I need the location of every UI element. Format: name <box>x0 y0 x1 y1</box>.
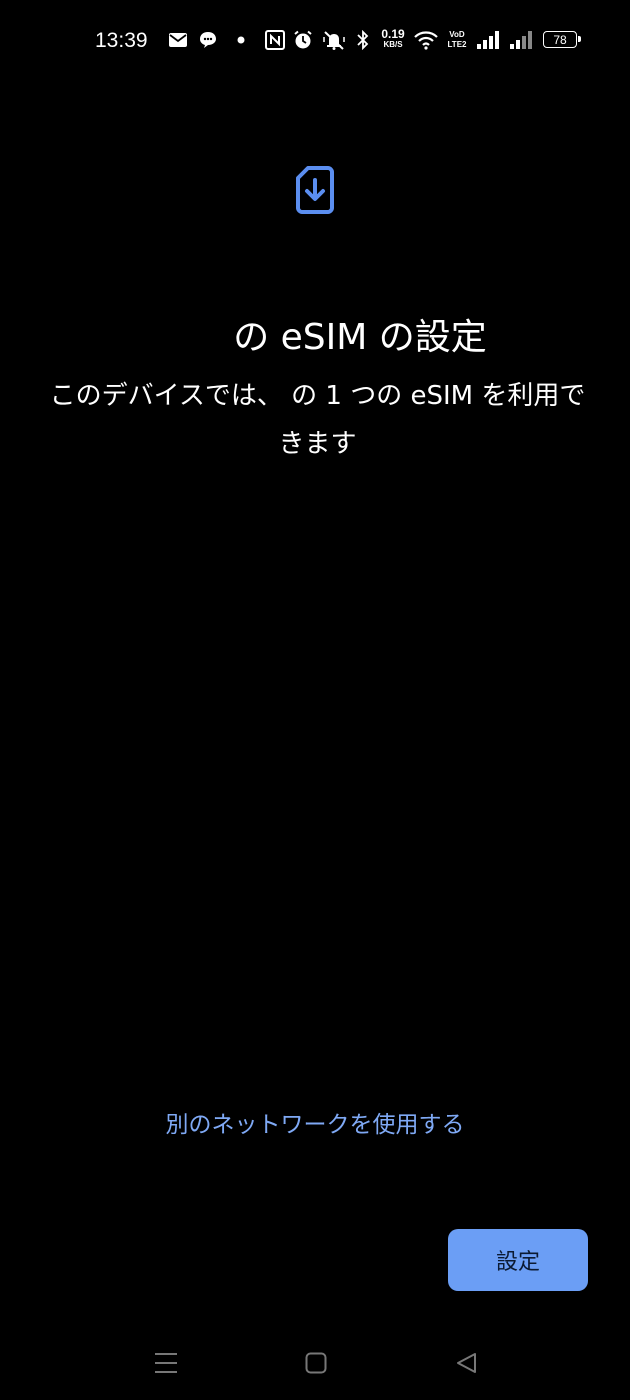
mute-vibrate-icon <box>321 28 347 52</box>
volte-indicator: VoD LTE2 <box>446 30 468 50</box>
alarm-icon <box>292 28 314 52</box>
status-time: 13:39 <box>95 29 148 52</box>
bluetooth-icon <box>355 28 371 52</box>
volte-top-label: VoD <box>449 30 465 39</box>
status-bar: 13:39 0.19 KB/S VoD LTE2 78 <box>0 0 630 80</box>
signal-sim2-icon <box>508 28 536 52</box>
page-subtitle: このデバイスでは、 の 1 つの eSIM を利用できます <box>49 381 586 459</box>
chat-bubble-icon <box>198 28 218 52</box>
signal-sim1-icon <box>475 28 503 52</box>
battery-level: 78 <box>553 32 567 47</box>
menu-icon[interactable] <box>148 1345 184 1381</box>
back-icon[interactable] <box>448 1345 484 1381</box>
nfc-icon <box>264 28 286 52</box>
use-other-network-link[interactable]: 別のネットワークを使用する <box>0 1104 630 1146</box>
mail-icon <box>168 28 188 52</box>
esim-download-icon <box>295 165 335 215</box>
home-icon[interactable] <box>298 1345 334 1381</box>
setup-button[interactable]: 設定 <box>448 1229 588 1291</box>
network-speed-unit: KB/S <box>383 40 403 49</box>
network-speed: 0.19 KB/S <box>379 28 407 50</box>
dot-icon <box>235 28 247 52</box>
network-speed-value: 0.19 <box>381 27 405 41</box>
wifi-icon <box>413 28 439 52</box>
volte-bottom-label: LTE2 <box>447 40 467 49</box>
battery-icon: 78 <box>543 31 581 48</box>
page-title: の eSIM の設定 <box>233 317 487 358</box>
